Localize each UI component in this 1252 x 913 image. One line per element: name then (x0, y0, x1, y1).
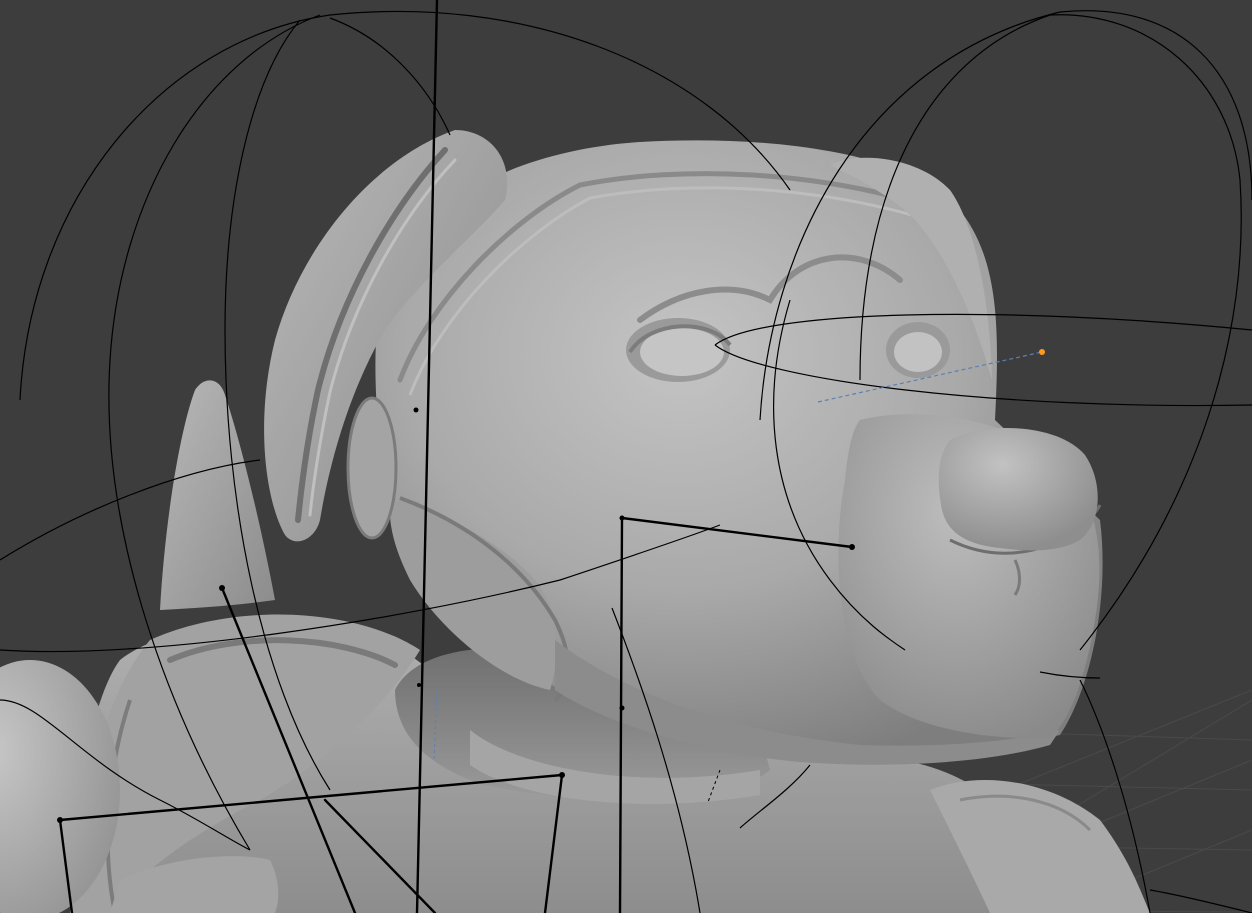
wire-arc-right-base (1149, 889, 1252, 913)
joint-tail-tip[interactable] (219, 585, 225, 591)
joint-head-root[interactable] (619, 515, 625, 521)
joint-spine-top[interactable] (413, 407, 419, 413)
joint-chest-left[interactable] (57, 817, 63, 823)
left-eye[interactable] (626, 318, 732, 382)
dog-tail[interactable] (160, 380, 275, 610)
light-origin-point[interactable] (1039, 349, 1045, 355)
right-eye[interactable] (886, 322, 950, 378)
wire-arc-ear (329, 17, 451, 136)
joint-spine-mid[interactable] (417, 683, 421, 687)
joint-head-tip[interactable] (849, 544, 855, 550)
viewport-scene[interactable] (0, 0, 1252, 913)
joint-neck-mid[interactable] (619, 705, 625, 711)
3d-viewport[interactable] (0, 0, 1252, 913)
joint-chest-right[interactable] (559, 772, 565, 778)
ear-joint-disc[interactable] (346, 396, 398, 540)
nose[interactable] (938, 428, 1098, 551)
